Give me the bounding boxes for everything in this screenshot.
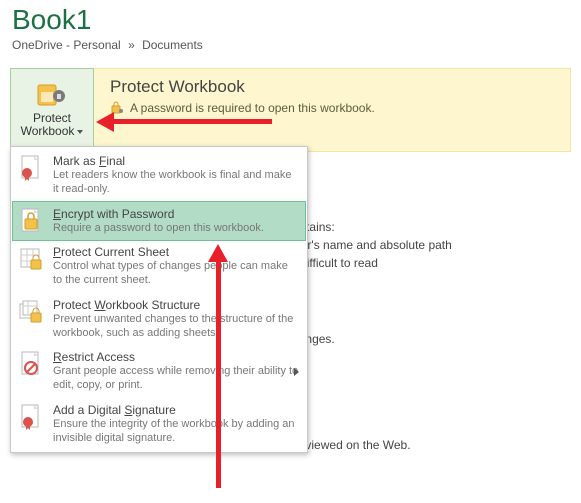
menu-protect-workbook-structure[interactable]: Protect Workbook Structure Prevent unwan…	[13, 293, 305, 346]
breadcrumb-loc1[interactable]: OneDrive - Personal	[12, 38, 121, 52]
breadcrumb-loc2[interactable]: Documents	[142, 38, 203, 52]
breadcrumb: OneDrive - Personal » Documents	[12, 38, 569, 52]
menu-item-desc: Require a password to open this workbook…	[53, 222, 299, 236]
menu-item-title: Restrict Access	[53, 350, 299, 364]
protect-info-panel: Protect Workbook A password is required …	[94, 68, 571, 152]
menu-item-desc: Control what types of changes people can…	[53, 260, 299, 288]
menu-item-desc: Let readers know the workbook is final a…	[53, 169, 299, 197]
document-restrict-icon	[17, 350, 45, 378]
menu-item-title: Encrypt with Password	[53, 207, 299, 221]
menu-item-title: Protect Current Sheet	[53, 245, 299, 259]
workbook-lock-icon	[17, 298, 45, 326]
menu-item-desc: Prevent unwanted changes to the structur…	[53, 313, 299, 341]
panel-message: A password is required to open this work…	[130, 101, 375, 115]
protect-workbook-menu: Mark as Final Let readers know the workb…	[10, 146, 308, 453]
menu-encrypt-with-password[interactable]: Encrypt with Password Require a password…	[12, 201, 306, 242]
menu-item-title: Add a Digital Signature	[53, 403, 299, 417]
protect-button-label: Protect Workbook	[21, 112, 84, 138]
info-header: Book1 OneDrive - Personal » Documents	[0, 0, 581, 60]
shield-lock-icon	[37, 82, 67, 108]
menu-restrict-access[interactable]: Restrict Access Grant people access whil…	[13, 345, 305, 398]
document-lock-icon	[17, 207, 45, 235]
menu-item-desc: Grant people access while removing their…	[53, 365, 299, 393]
document-seal-icon	[17, 154, 45, 182]
menu-protect-current-sheet[interactable]: Protect Current Sheet Control what types…	[13, 240, 305, 293]
chevron-down-icon	[77, 130, 83, 134]
chevron-right-icon	[294, 368, 299, 376]
menu-item-title: Protect Workbook Structure	[53, 298, 299, 312]
protect-workbook-button[interactable]: Protect Workbook	[10, 68, 94, 152]
document-signature-icon	[17, 403, 45, 431]
workbook-title: Book1	[12, 4, 569, 36]
menu-mark-as-final[interactable]: Mark as Final Let readers know the workb…	[13, 149, 305, 202]
menu-item-desc: Ensure the integrity of the workbook by …	[53, 418, 299, 446]
panel-title: Protect Workbook	[110, 77, 556, 97]
menu-add-digital-signature[interactable]: Add a Digital Signature Ensure the integ…	[13, 398, 305, 451]
breadcrumb-sep: »	[128, 38, 135, 52]
menu-item-title: Mark as Final	[53, 154, 299, 168]
sheet-lock-icon	[17, 245, 45, 273]
